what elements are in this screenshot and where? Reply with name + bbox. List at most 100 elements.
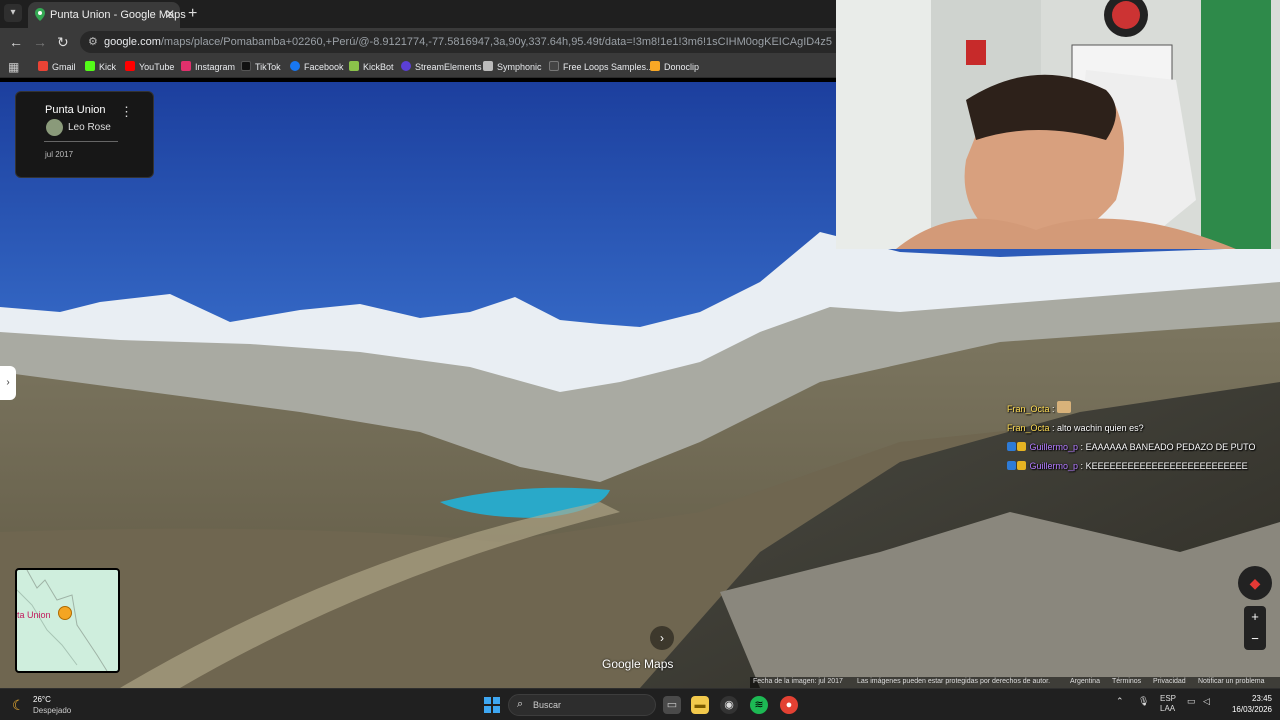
show-hidden-icons[interactable]: ⌃ [1116, 696, 1124, 707]
bookmark-facebook[interactable]: Facebook [290, 61, 344, 72]
weather-condition: Despejado [33, 706, 72, 715]
place-info-card: Punta Union ⋮ Leo Rose jul 2017 [15, 91, 154, 178]
webcam-feed [836, 0, 1280, 249]
minimap-place-label: ta Union [17, 610, 51, 620]
obs-icon[interactable]: ◉ [720, 696, 738, 714]
zoom-control: + − [1244, 606, 1266, 650]
webcam-overlay [836, 0, 1280, 249]
stream-chat-overlay: Fran_Octa : Fran_Octa : alto wachin quie… [1007, 401, 1277, 478]
kick-badge-icon [1007, 442, 1016, 451]
input-language[interactable]: ESP LAA [1160, 694, 1176, 714]
zoom-in-button[interactable]: + [1244, 606, 1266, 628]
bookmark-symphonic[interactable]: Symphonic [483, 61, 542, 72]
divider [44, 141, 118, 142]
apps-grid-icon[interactable]: ▦ [8, 60, 19, 74]
forward-icon[interactable]: → [33, 34, 47, 50]
emote-icon [1057, 401, 1072, 413]
instagram-icon [181, 61, 191, 71]
chat-message: Fran_Octa : [1007, 401, 1277, 417]
privacy-link[interactable]: Privacidad [1153, 678, 1186, 685]
capture-date: jul 2017 [45, 150, 74, 159]
url-field[interactable]: ⚙ google.com/maps/place/Pomabamba+02260,… [80, 31, 836, 53]
bookmark-youtube[interactable]: YouTube [125, 61, 174, 72]
network-icon[interactable]: ▭ [1187, 696, 1196, 707]
new-tab-button[interactable]: + [188, 5, 197, 23]
chat-username: Fran_Octa [1007, 404, 1050, 414]
compass-icon[interactable]: ◆ [1238, 566, 1272, 600]
kick-icon [85, 61, 95, 71]
chat-text: alto wachin quien es? [1057, 423, 1144, 433]
image-date-label: Fecha de la imagen: jul 2017 [753, 678, 843, 685]
chrome-icon[interactable]: ● [780, 696, 798, 714]
chat-username: Guillermo_p [1029, 442, 1079, 452]
streetview-footer: Fecha de la imagen: jul 2017 Las imágene… [750, 677, 1280, 688]
bookmark-tiktok[interactable]: TikTok [241, 61, 281, 72]
bookmark-donoclip[interactable]: Donoclip [650, 61, 699, 72]
tab-google-maps[interactable]: Punta Union - Google Maps ✕ [28, 2, 186, 28]
bookmark-streamelements[interactable]: StreamElements [401, 61, 482, 72]
language-code: ESP [1160, 694, 1177, 703]
system-clock[interactable]: 23:45 16/03/2026 [1218, 693, 1272, 715]
tab-search-button[interactable]: ▾ [4, 4, 22, 22]
expand-panel-button[interactable]: › [0, 366, 16, 400]
report-problem-link[interactable]: Notificar un problema [1198, 678, 1265, 685]
moon-icon: ☾ [12, 697, 25, 713]
tab-close-icon[interactable]: ✕ [165, 7, 175, 21]
kick-badge-icon [1007, 461, 1016, 470]
bookmark-instagram[interactable]: Instagram [181, 61, 235, 72]
kickbot-icon [349, 61, 359, 71]
streamelements-icon [401, 61, 411, 71]
bookmark-kick[interactable]: Kick [85, 61, 116, 72]
windows-start-icon[interactable] [484, 697, 500, 713]
bookmarks-bar: ▦ Gmail Kick YouTube Instagram TikTok Fa… [0, 56, 836, 78]
minimap-terrain [17, 570, 108, 671]
chat-text: KEEEEEEEEEEEEEEEEEEEEEEEEEE [1085, 461, 1248, 471]
terms-link[interactable]: Términos [1112, 678, 1141, 685]
bookmark-kickbot[interactable]: KickBot [349, 61, 394, 72]
clock-time: 23:45 [1251, 694, 1272, 703]
youtube-icon [125, 61, 135, 71]
chat-username: Guillermo_p [1029, 461, 1079, 471]
task-view-icon[interactable]: ▭ [663, 696, 681, 714]
weather-temperature: 26°C [33, 695, 51, 704]
symphonic-icon [483, 61, 493, 71]
facebook-icon [290, 61, 300, 71]
windows-taskbar: ☾ 26°C Despejado ⌕ Buscar ▭ ▬ ◉ ≋ ● ⌃ 🎙 … [0, 688, 1280, 720]
crown-badge-icon [1017, 442, 1026, 451]
free-loops-icon [549, 61, 559, 71]
spotify-icon[interactable]: ≋ [750, 696, 768, 714]
region-link[interactable]: Argentina [1070, 678, 1100, 685]
photo-author[interactable]: Leo Rose [68, 122, 111, 133]
chat-message: Fran_Octa : alto wachin quien es? [1007, 423, 1144, 433]
pegman-icon [58, 606, 72, 620]
back-icon[interactable]: ← [9, 34, 23, 50]
taskbar-search-box[interactable]: ⌕ Buscar [508, 694, 656, 716]
maps-pin-icon [35, 8, 45, 21]
zoom-out-button[interactable]: − [1244, 628, 1266, 650]
volume-icon[interactable]: ◁ [1203, 696, 1210, 707]
google-maps-logo: Google Maps [602, 657, 674, 671]
chat-message: Guillermo_p : EAAAAAA BANEADO PEDAZO DE … [1007, 440, 1277, 455]
url-text: google.com/maps/place/Pomabamba+02260,+P… [104, 36, 832, 48]
crown-badge-icon [1017, 461, 1026, 470]
search-icon: ⌕ [517, 698, 524, 710]
chat-message: Guillermo_p : KEEEEEEEEEEEEEEEEEEEEEEEEE… [1007, 459, 1277, 474]
chat-text: EAAAAAA BANEADO PEDAZO DE PUTO [1085, 442, 1256, 452]
place-title: Punta Union [45, 104, 106, 116]
language-layout: LAA [1160, 704, 1176, 713]
donoclip-icon [650, 61, 660, 71]
microphone-icon[interactable]: 🎙 [1138, 696, 1149, 707]
bookmark-free-loops[interactable]: Free Loops Samples... [549, 61, 654, 72]
reload-icon[interactable]: ↻ [57, 34, 69, 51]
move-forward-arrow-icon[interactable]: › [650, 626, 674, 650]
minimap[interactable]: ta Union [15, 568, 120, 673]
site-info-icon[interactable]: ⚙ [88, 35, 98, 48]
bookmark-gmail[interactable]: Gmail [38, 61, 76, 72]
more-options-icon[interactable]: ⋮ [120, 104, 133, 120]
file-explorer-icon[interactable]: ▬ [691, 696, 709, 714]
search-placeholder: Buscar [533, 700, 562, 710]
copyright-notice: Las imágenes pueden estar protegidas por… [857, 678, 1051, 685]
browser-tab-strip: ▾ Punta Union - Google Maps ✕ + [0, 0, 836, 28]
avatar [46, 119, 63, 136]
chat-username: Fran_Octa [1007, 423, 1050, 433]
